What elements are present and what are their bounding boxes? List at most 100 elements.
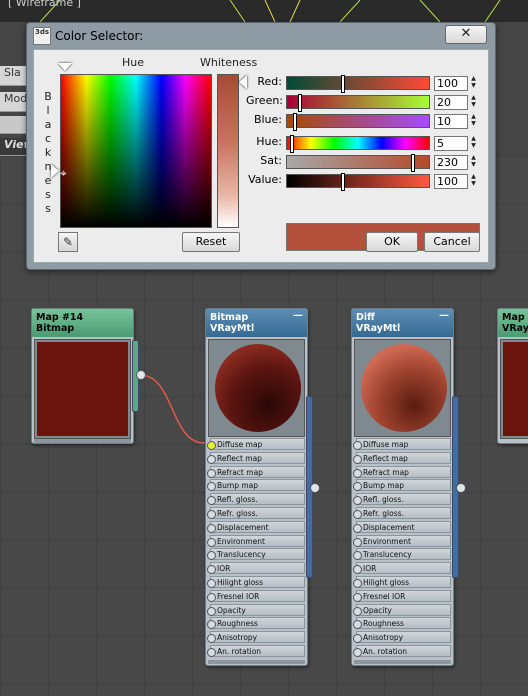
material-slot[interactable]: Opacity bbox=[353, 603, 451, 616]
slot-input-port[interactable] bbox=[353, 592, 362, 602]
slider-thumb[interactable] bbox=[290, 135, 294, 153]
material-slot[interactable]: An. rotation bbox=[353, 645, 451, 657]
node-bitmap-vraymtl[interactable]: Bitmap VRayMtl — Diffuse map Reflect map R… bbox=[205, 308, 308, 666]
slot-input-port[interactable] bbox=[207, 441, 216, 450]
slot-input-port[interactable] bbox=[207, 648, 216, 657]
material-slot[interactable]: IOR bbox=[207, 562, 305, 575]
slider-thumb[interactable] bbox=[341, 173, 345, 191]
slot-input-port[interactable] bbox=[207, 620, 216, 630]
slider-sat[interactable] bbox=[286, 154, 430, 172]
material-slot[interactable]: Anisotropy bbox=[207, 631, 305, 644]
slot-input-port[interactable] bbox=[207, 592, 216, 602]
slot-input-port[interactable] bbox=[353, 523, 362, 533]
material-slot[interactable]: An. rotation bbox=[207, 645, 305, 657]
slider-hue[interactable] bbox=[286, 135, 430, 153]
spinner-arrows-icon[interactable]: ▲ ▼ bbox=[469, 135, 478, 150]
spinner-sat[interactable]: 230 bbox=[434, 155, 468, 170]
material-slot[interactable]: Displacement bbox=[207, 520, 305, 533]
material-slot[interactable]: Refr. gloss. bbox=[207, 507, 305, 519]
slot-input-port[interactable] bbox=[353, 579, 362, 588]
reset-button[interactable]: Reset bbox=[182, 232, 240, 252]
slot-input-port[interactable] bbox=[207, 565, 216, 575]
slider-green[interactable] bbox=[286, 94, 430, 112]
spinner-arrows-icon[interactable]: ▲ ▼ bbox=[469, 94, 478, 109]
slider-thumb[interactable] bbox=[341, 75, 345, 93]
slot-input-port[interactable] bbox=[353, 606, 362, 616]
slot-input-port[interactable] bbox=[207, 579, 216, 588]
eyedropper-button[interactable]: ✎ bbox=[58, 232, 78, 252]
slider-value[interactable] bbox=[286, 173, 430, 191]
spinner-green[interactable]: 20 bbox=[434, 95, 468, 110]
material-slot[interactable]: Anisotropy bbox=[353, 631, 451, 644]
spinner-arrows-icon[interactable]: ▲ ▼ bbox=[469, 113, 478, 128]
slot-input-port[interactable] bbox=[207, 454, 216, 464]
output-port[interactable] bbox=[310, 483, 320, 493]
node-header[interactable]: Map VRayC bbox=[498, 309, 528, 337]
slot-input-port[interactable] bbox=[207, 634, 216, 644]
material-slot[interactable]: Opacity bbox=[207, 603, 305, 616]
slot-input-port[interactable] bbox=[353, 634, 362, 644]
slot-input-port[interactable] bbox=[353, 468, 362, 478]
material-slot[interactable]: Refract map bbox=[353, 465, 451, 478]
material-slot[interactable]: Diffuse map bbox=[353, 438, 451, 450]
minimize-icon[interactable]: — bbox=[439, 310, 449, 321]
slot-input-port[interactable] bbox=[207, 468, 216, 478]
slot-input-port[interactable] bbox=[207, 537, 216, 547]
slot-input-port[interactable] bbox=[353, 510, 362, 519]
material-slot[interactable]: Roughness bbox=[207, 617, 305, 630]
material-slot[interactable]: Refl. gloss. bbox=[207, 493, 305, 506]
slot-input-port[interactable] bbox=[353, 496, 362, 506]
spinner-red[interactable]: 100 bbox=[434, 76, 468, 91]
slot-input-port[interactable] bbox=[353, 648, 362, 657]
material-slot[interactable]: Reflect map bbox=[207, 451, 305, 464]
color-crosshair-icon[interactable]: ⌖ bbox=[60, 167, 67, 179]
output-port[interactable] bbox=[136, 370, 146, 380]
slot-input-port[interactable] bbox=[353, 441, 362, 450]
material-slot[interactable]: Diffuse map bbox=[207, 438, 305, 450]
material-slot[interactable]: Hilight gloss bbox=[353, 576, 451, 588]
material-slot[interactable]: Displacement bbox=[353, 520, 451, 533]
slot-input-port[interactable] bbox=[353, 537, 362, 547]
close-button[interactable]: ✕ bbox=[445, 25, 487, 44]
slot-input-port[interactable] bbox=[207, 606, 216, 616]
slider-blue[interactable] bbox=[286, 113, 430, 131]
material-slot[interactable]: Environment bbox=[353, 534, 451, 547]
material-slot[interactable]: Roughness bbox=[353, 617, 451, 630]
spinner-hue[interactable]: 5 bbox=[434, 136, 468, 151]
whiteness-bar[interactable] bbox=[217, 74, 239, 228]
material-slot[interactable]: Refr. gloss. bbox=[353, 507, 451, 519]
material-slot[interactable]: Translucency bbox=[207, 548, 305, 561]
spinner-arrows-icon[interactable]: ▲ ▼ bbox=[469, 75, 478, 90]
slot-input-port[interactable] bbox=[353, 454, 362, 464]
ok-button[interactable]: OK bbox=[366, 232, 418, 252]
slot-input-port[interactable] bbox=[353, 551, 362, 561]
material-slot[interactable]: Hilight gloss bbox=[207, 576, 305, 588]
material-slot[interactable]: Refract map bbox=[207, 465, 305, 478]
material-slot[interactable]: Bump map bbox=[353, 479, 451, 492]
hue-blackness-spectrum[interactable] bbox=[60, 74, 212, 228]
material-slot[interactable]: Reflect map bbox=[353, 451, 451, 464]
spinner-blue[interactable]: 10 bbox=[434, 114, 468, 129]
slot-input-port[interactable] bbox=[207, 523, 216, 533]
material-slot[interactable]: Fresnel IOR bbox=[353, 589, 451, 602]
node-header[interactable]: Diff VRayMtl — bbox=[352, 309, 453, 337]
slot-input-port[interactable] bbox=[207, 482, 216, 492]
slot-input-port[interactable] bbox=[207, 551, 216, 561]
node-header[interactable]: Bitmap VRayMtl — bbox=[206, 309, 307, 337]
hue-pointer-icon[interactable] bbox=[58, 63, 72, 71]
material-slot[interactable]: Environment bbox=[207, 534, 305, 547]
blackness-pointer-icon[interactable] bbox=[51, 164, 59, 178]
slider-thumb[interactable] bbox=[293, 113, 297, 131]
material-slot[interactable]: IOR bbox=[353, 562, 451, 575]
cancel-button[interactable]: Cancel bbox=[424, 232, 480, 252]
slider-thumb[interactable] bbox=[298, 94, 302, 112]
node-diff-vraymtl[interactable]: Diff VRayMtl — Diffuse map Reflect map Ref… bbox=[351, 308, 454, 666]
slot-input-port[interactable] bbox=[207, 510, 216, 519]
minimize-icon[interactable]: — bbox=[293, 310, 303, 321]
output-port[interactable] bbox=[456, 483, 466, 493]
slider-thumb[interactable] bbox=[411, 154, 415, 172]
slot-input-port[interactable] bbox=[207, 496, 216, 506]
spinner-arrows-icon[interactable]: ▲ ▼ bbox=[469, 173, 478, 188]
slot-input-port[interactable] bbox=[353, 482, 362, 492]
node-header[interactable]: Map #14 Bitmap bbox=[32, 309, 133, 337]
